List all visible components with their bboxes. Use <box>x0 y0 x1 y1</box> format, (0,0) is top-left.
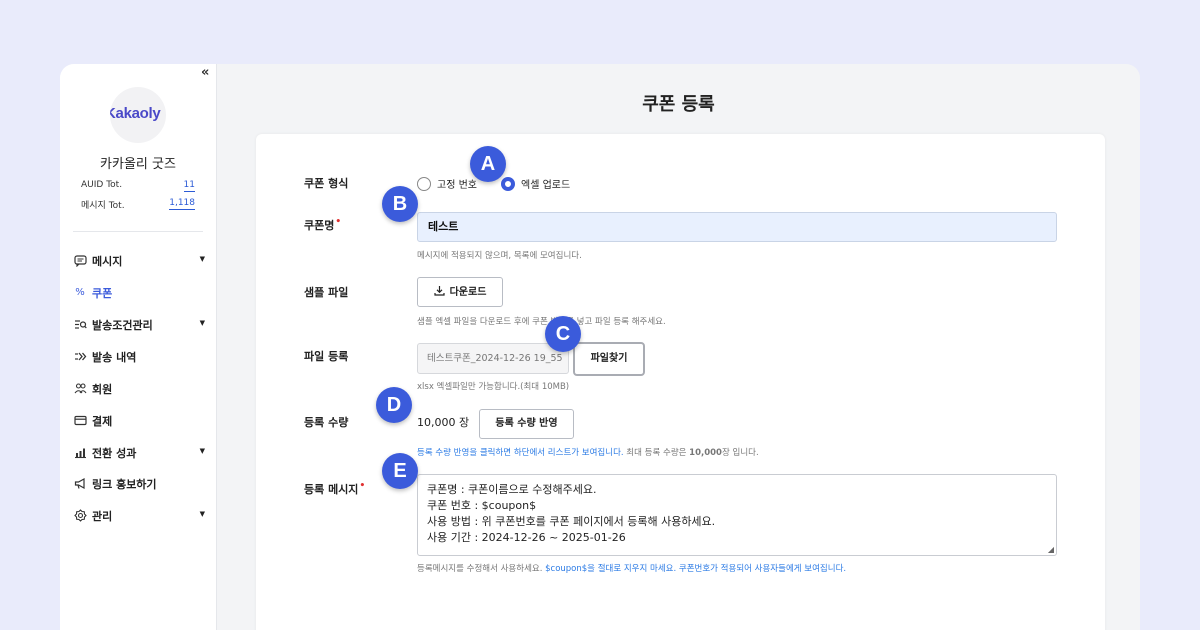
collapse-sidebar-icon[interactable]: « <box>201 65 210 80</box>
brand-name: 카카올리 굿즈 <box>100 157 176 172</box>
message-textarea[interactable]: 쿠폰명 : 쿠폰이름으로 수정해주세요. 쿠폰 번호 : $coupon$ 사용… <box>417 474 1057 556</box>
download-button-label: 다운로드 <box>449 287 487 298</box>
gear-icon <box>73 509 87 523</box>
stat-value[interactable]: 11 <box>183 180 195 192</box>
sidebar-item-label: 결제 <box>92 415 113 428</box>
sample-file-label: 샘플 파일 <box>304 286 349 299</box>
logo-text: Kakaoly <box>110 105 161 122</box>
download-icon <box>433 278 445 306</box>
sidebar: « Kakaoly 카카올리 굿즈 AUID Tot. 11 메시지 Tot. … <box>60 64 217 630</box>
message-text: 쿠폰명 : 쿠폰이름으로 수정해주세요. 쿠폰 번호 : $coupon$ 사용… <box>427 483 716 544</box>
required-mark: • <box>335 217 342 228</box>
message-help-blue: $coupon$을 절대로 지우지 마세요. 쿠폰번호가 적용되어 사용자들에게… <box>545 564 847 574</box>
percent-icon: % <box>75 287 85 298</box>
sidebar-item-link-promo[interactable]: 링크 홍보하기 <box>73 474 205 494</box>
brand-logo: Kakaoly <box>110 87 166 143</box>
quantity-help-max: 10,000 <box>689 448 722 458</box>
card-icon <box>73 414 87 428</box>
chevron-down-icon: ▼ <box>199 319 205 327</box>
quantity-help-blue: 등록 수량 반영을 클릭하면 하단에서 리스트가 보여집니다. <box>417 448 624 458</box>
coupon-name-label-text: 쿠폰명 <box>304 219 335 232</box>
file-register-help: xlsx 엑셀파일만 가능합니다.(최대 10MB) <box>417 382 570 392</box>
file-register-label: 파일 등록 <box>304 350 349 363</box>
sidebar-item-label: 회원 <box>92 383 113 396</box>
sidebar-item-message[interactable]: 메시지 ▼ <box>73 251 205 271</box>
sidebar-item-label: 전환 성과 <box>92 447 137 460</box>
app-window: « Kakaoly 카카올리 굿즈 AUID Tot. 11 메시지 Tot. … <box>60 64 1140 630</box>
page-title: 쿠폰 등록 <box>642 94 715 115</box>
message-icon <box>73 254 87 268</box>
stat-label: AUID Tot. <box>81 180 123 190</box>
radio-fixed-number[interactable] <box>417 177 431 191</box>
quantity-help-rest: 최대 등록 수량은 <box>623 448 690 458</box>
sidebar-item-members[interactable]: 회원 <box>73 379 205 399</box>
bar-chart-icon <box>73 446 87 460</box>
coupon-name-input[interactable]: 테스트 <box>417 212 1057 242</box>
megaphone-icon <box>73 477 87 491</box>
resize-handle-icon[interactable]: ◢ <box>1048 546 1054 554</box>
sidebar-item-payment[interactable]: 결제 <box>73 411 205 431</box>
callout-badge-d: D <box>376 387 412 423</box>
quantity-help-tail: 장 입니다. <box>721 448 759 458</box>
message-label: 등록 메시지• <box>304 481 365 497</box>
callout-badge-e: E <box>382 453 418 489</box>
send-history-icon <box>73 350 87 364</box>
sidebar-item-label: 발송 내역 <box>92 351 137 364</box>
sidebar-item-send-history[interactable]: 발송 내역 <box>73 347 205 367</box>
quantity-help: 등록 수량 반영을 클릭하면 하단에서 리스트가 보여집니다. 최대 등록 수량… <box>417 446 759 458</box>
sidebar-item-coupon[interactable]: % 쿠폰 <box>73 283 205 303</box>
apply-quantity-button[interactable]: 등록 수량 반영 <box>479 409 574 439</box>
chevron-down-icon: ▼ <box>199 510 205 518</box>
users-icon <box>73 382 87 396</box>
stat-label: 메시지 Tot. <box>81 201 125 211</box>
sidebar-item-label: 쿠폰 <box>92 287 113 300</box>
sidebar-item-send-conditions[interactable]: 발송조건관리 ▼ <box>73 315 205 335</box>
callout-badge-c: C <box>545 316 581 352</box>
file-name-field[interactable]: 테스트쿠폰_2024-12-26 19_55 <box>417 343 569 374</box>
sidebar-item-admin[interactable]: 관리 ▼ <box>73 506 205 526</box>
find-file-button[interactable]: 파일찾기 <box>573 342 645 376</box>
list-search-icon <box>73 318 87 332</box>
sidebar-item-label: 메시지 <box>92 255 123 268</box>
callout-badge-a: A <box>470 146 506 182</box>
quantity-value: 10,000 장 <box>417 416 470 429</box>
sidebar-item-conversion[interactable]: 전환 성과 ▼ <box>73 443 205 463</box>
callout-badge-b: B <box>382 186 418 222</box>
stat-auid: AUID Tot. 11 <box>81 180 195 194</box>
quantity-label: 등록 수량 <box>304 416 349 429</box>
sidebar-item-label: 링크 홍보하기 <box>92 478 157 491</box>
required-mark: • <box>359 481 366 492</box>
radio-excel-upload-label[interactable]: 엑셀 업로드 <box>521 176 570 191</box>
stat-value[interactable]: 1,118 <box>169 198 195 210</box>
radio-excel-upload[interactable] <box>501 177 515 191</box>
sidebar-divider <box>73 231 203 232</box>
sidebar-item-label: 관리 <box>92 510 113 523</box>
message-help-grey: 등록메시지를 수정해서 사용하세요. <box>417 564 546 574</box>
message-help: 등록메시지를 수정해서 사용하세요. $coupon$을 절대로 지우지 마세요… <box>417 562 846 574</box>
message-label-text: 등록 메시지 <box>304 483 359 496</box>
stat-messages: 메시지 Tot. 1,118 <box>81 198 195 212</box>
chevron-down-icon: ▼ <box>199 447 205 455</box>
chevron-down-icon: ▼ <box>199 255 205 263</box>
radio-fixed-number-label[interactable]: 고정 번호 <box>437 176 477 191</box>
coupon-name-help: 메시지에 적용되지 않으며, 목록에 모여집니다. <box>417 251 582 261</box>
sample-file-help: 샘플 엑셀 파일을 다운로드 후에 쿠폰 번호를 넣고 파일 등록 해주세요. <box>417 317 666 327</box>
coupon-type-label: 쿠폰 형식 <box>304 177 349 190</box>
sidebar-item-label: 발송조건관리 <box>92 319 153 332</box>
coupon-name-label: 쿠폰명• <box>304 217 341 233</box>
download-button[interactable]: 다운로드 <box>417 277 503 307</box>
